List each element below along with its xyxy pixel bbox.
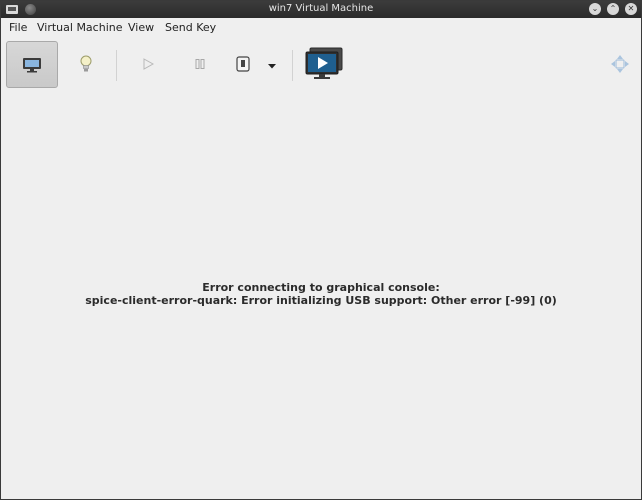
snapshots-button[interactable]	[301, 41, 347, 88]
minimize-button[interactable]: ⌄	[589, 3, 601, 15]
pause-button[interactable]	[181, 41, 219, 88]
snapshot-play-icon	[305, 47, 343, 79]
play-icon	[143, 58, 154, 70]
lightbulb-icon	[80, 55, 92, 72]
console-view-button[interactable]	[6, 41, 58, 88]
shutdown-button[interactable]	[229, 41, 257, 88]
menu-virtual-machine[interactable]: Virtual Machine	[37, 21, 123, 34]
error-message-line1: Error connecting to graphical console:	[202, 281, 440, 294]
toolbar	[1, 37, 641, 94]
title-bar[interactable]: win7 Virtual Machine ⌄ ⌃ ✕	[1, 1, 641, 18]
monitor-icon	[23, 58, 41, 73]
shutdown-menu-button[interactable]	[263, 41, 281, 88]
menu-view[interactable]: View	[128, 21, 154, 34]
console-area[interactable]: Error connecting to graphical console: s…	[1, 93, 641, 499]
details-view-button[interactable]	[67, 41, 105, 88]
toolbar-separator	[116, 50, 117, 81]
toolbar-separator	[292, 50, 293, 81]
chevron-down-icon	[268, 64, 276, 69]
pause-icon	[195, 59, 205, 69]
error-message-line2: spice-client-error-quark: Error initiali…	[85, 294, 557, 307]
run-button[interactable]	[129, 41, 167, 88]
vm-window: win7 Virtual Machine ⌄ ⌃ ✕ File Virtual …	[0, 0, 642, 500]
menu-file[interactable]: File	[9, 21, 27, 34]
maximize-button[interactable]: ⌃	[607, 3, 619, 15]
menu-bar: File Virtual Machine View Send Key	[1, 18, 641, 37]
fullscreen-button[interactable]	[605, 41, 635, 88]
fullscreen-arrows-icon	[611, 55, 629, 73]
menu-send-key[interactable]: Send Key	[165, 21, 216, 34]
window-title: win7 Virtual Machine	[268, 3, 374, 14]
power-icon	[236, 56, 250, 72]
close-button[interactable]: ✕	[625, 3, 637, 15]
